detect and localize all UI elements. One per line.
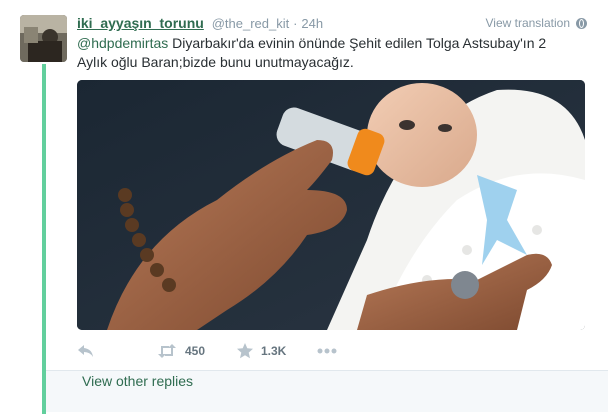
reply-icon bbox=[78, 345, 93, 357]
more-icon bbox=[317, 348, 337, 354]
retweet-button[interactable]: 450 bbox=[157, 344, 237, 358]
conversation-thread-line bbox=[42, 64, 46, 414]
user-handle[interactable]: @the_red_kit bbox=[212, 16, 290, 31]
tweet-actions: 450 1.3K bbox=[77, 340, 577, 362]
avatar[interactable] bbox=[20, 15, 67, 62]
separator: · bbox=[293, 16, 298, 31]
view-translation-label: View translation bbox=[485, 16, 571, 30]
reply-button[interactable] bbox=[77, 344, 157, 358]
tweet-header: iki_ayyaşın_torunu @the_red_kit · 24h Vi… bbox=[77, 14, 587, 34]
view-translation-link[interactable]: View translation bbox=[485, 14, 587, 32]
mention-link[interactable]: @hdpdemirtas bbox=[77, 35, 168, 51]
user-fullname[interactable]: iki_ayyaşın_torunu bbox=[77, 15, 204, 31]
divider bbox=[46, 370, 608, 371]
tweet-photo[interactable] bbox=[77, 80, 585, 330]
view-other-replies-link[interactable]: View other replies bbox=[82, 373, 193, 389]
favorite-button[interactable]: 1.3K bbox=[237, 343, 317, 359]
more-button[interactable] bbox=[317, 348, 337, 354]
favorite-count: 1.3K bbox=[261, 344, 287, 358]
retweet-count: 450 bbox=[185, 344, 206, 358]
star-icon bbox=[237, 343, 253, 359]
tweet-text: @hdpdemirtas Diyarbakır'da evinin önünde… bbox=[77, 34, 577, 72]
globe-icon bbox=[576, 17, 587, 29]
retweet-icon bbox=[158, 344, 176, 358]
tweet-timestamp[interactable]: 24h bbox=[301, 16, 323, 31]
